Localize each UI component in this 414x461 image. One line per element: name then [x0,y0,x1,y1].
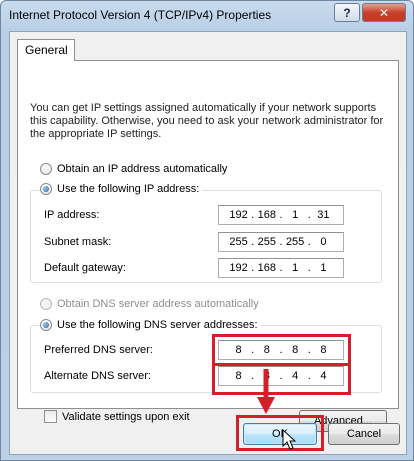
cancel-button[interactable]: Cancel [328,423,400,445]
ip-dot: . [251,236,255,248]
validate-settings-label: Validate settings upon exit [62,410,190,423]
radio-use-following-dns-label: Use the following DNS server addresses: [57,319,258,331]
ip-dot: . [307,236,311,248]
cancel-button-label: Cancel [346,428,382,440]
ip-octet: 192 [229,262,248,274]
radio-use-following-ip-label: Use the following IP address: [57,183,200,195]
ip-octet: 1 [320,262,327,274]
ip-dot: . [279,209,283,221]
validate-settings-checkbox[interactable]: Validate settings upon exit [44,410,190,423]
ip-address-label: IP address: [44,209,100,221]
dialog-window: Internet Protocol Version 4 (TCP/IPv4) P… [0,0,414,461]
radio-use-following-ip-indicator[interactable] [40,183,52,195]
ip-octet: 1 [292,262,299,274]
tab-general[interactable]: General [17,39,75,61]
ip-dot: . [307,262,311,274]
close-icon: ✕ [378,5,390,20]
ip-octet: 168 [257,262,277,274]
radio-obtain-dns-auto-indicator[interactable] [40,298,52,310]
help-icon: ? [343,5,351,20]
close-button[interactable]: ✕ [362,3,406,22]
ip-octet: 168 [257,209,277,221]
ip-dot: . [279,262,283,274]
radio-obtain-dns-auto-label: Obtain DNS server address automatically [57,298,259,310]
ip-octet: 0 [320,236,327,248]
subnet-mask-label: Subnet mask: [44,236,112,248]
radio-obtain-ip-auto-indicator[interactable] [40,163,52,175]
ip-address-input[interactable]: 192. 168. 1. 31 [218,205,344,225]
radio-obtain-ip-auto-label: Obtain an IP address automatically [57,163,228,175]
ip-dot: . [251,262,255,274]
title-bar[interactable]: Internet Protocol Version 4 (TCP/IPv4) P… [1,1,413,29]
radio-obtain-ip-auto[interactable]: Obtain an IP address automatically [40,163,227,175]
window-title: Internet Protocol Version 4 (TCP/IPv4) P… [9,8,272,22]
radio-obtain-dns-auto[interactable]: Obtain DNS server address automatically [40,298,259,310]
help-button[interactable]: ? [334,3,360,22]
tab-general-label: General [25,43,68,57]
ip-octet: 192 [229,209,248,221]
subnet-mask-input[interactable]: 255. 255. 255. 0 [218,232,344,252]
red-arrow-icon [257,369,275,414]
default-gateway-label: Default gateway: [44,262,126,274]
ip-dot: . [251,209,255,221]
ip-dot: . [279,236,283,248]
radio-use-following-dns-indicator[interactable] [40,319,52,331]
alternate-dns-highlight [212,363,351,395]
validate-settings-checkbox-box[interactable] [44,410,57,423]
radio-use-following-ip[interactable]: Use the following IP address: [40,183,203,195]
ip-octet: 1 [292,209,299,221]
dialog-client-area: General You can get IP settings assigned… [9,31,407,455]
preferred-dns-label: Preferred DNS server: [44,344,153,356]
mouse-pointer-icon [282,429,296,450]
ok-button[interactable]: OK [243,423,317,445]
ip-octet: 31 [317,209,330,221]
radio-use-following-dns[interactable]: Use the following DNS server addresses: [40,319,261,331]
ip-dot: . [307,209,311,221]
preferred-dns-highlight [212,334,351,366]
general-tab-panel: You can get IP settings assigned automat… [17,60,399,432]
default-gateway-input[interactable]: 192. 168. 1. 1 [218,258,344,278]
ip-octet: 255 [285,236,305,248]
ip-octet: 255 [257,236,277,248]
intro-text: You can get IP settings assigned automat… [30,102,384,140]
ip-octet: 255 [229,236,248,248]
alternate-dns-label: Alternate DNS server: [44,370,151,382]
